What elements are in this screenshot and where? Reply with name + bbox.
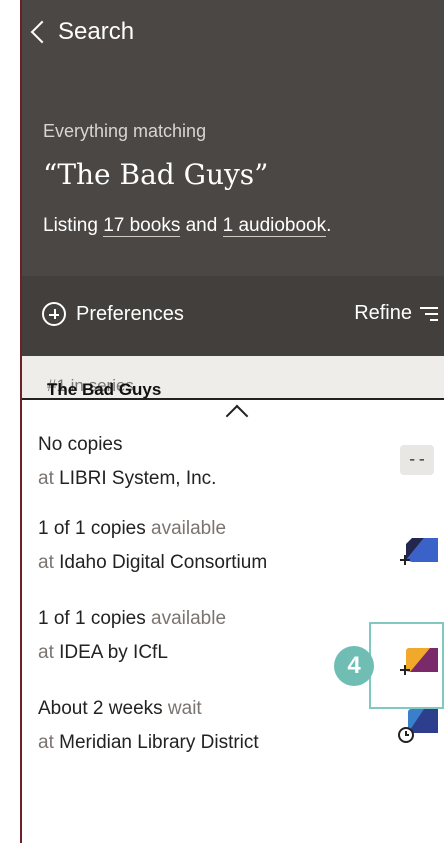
availability-status-extra: available: [151, 608, 227, 629]
audiobook-count-link[interactable]: 1 audiobook: [222, 215, 327, 237]
back-to-search-button[interactable]: Search: [30, 18, 135, 46]
location-prefix: at: [38, 468, 60, 489]
library-name: IDEA by ICfL: [59, 642, 168, 663]
callout-number-badge: 4: [334, 646, 374, 686]
series-title[interactable]: The Bad Guys: [47, 379, 161, 398]
hold-icon[interactable]: [396, 705, 440, 745]
library-name: Meridian Library District: [59, 732, 259, 753]
filter-icon: [420, 306, 438, 322]
books-count-link[interactable]: 17 books: [103, 215, 181, 237]
preferences-button[interactable]: Preferences: [42, 302, 184, 326]
preferences-bar: Preferences Refine: [22, 276, 444, 356]
listing-prefix: Listing: [43, 215, 104, 236]
preferences-label: Preferences: [76, 302, 184, 325]
back-label: Search: [58, 18, 135, 45]
availability-row[interactable]: 1 of 1 copies available at Idaho Digital…: [38, 516, 418, 576]
location-prefix: at: [38, 732, 60, 753]
refine-button[interactable]: Refine: [354, 302, 438, 325]
results-subtitle: Everything matching: [43, 121, 207, 141]
borrow-icon[interactable]: [396, 534, 440, 574]
location-prefix: at: [38, 552, 60, 573]
availability-status: 1 of 1 copies: [38, 608, 152, 629]
availability-status: 1 of 1 copies: [38, 518, 152, 539]
refine-label: Refine: [354, 302, 412, 324]
listing-and: and: [180, 215, 223, 236]
availability-status: About 2 weeks: [38, 698, 168, 719]
listing-suffix: .: [326, 215, 332, 236]
availability-status-extra: available: [151, 518, 227, 539]
search-query: “The Bad Guys”: [43, 158, 269, 191]
chevron-left-icon: [30, 20, 54, 44]
add-circle-icon: [42, 302, 66, 326]
listing-summary: Listing 17 books and 1 audiobook.: [43, 215, 331, 237]
availability-status: No copies: [38, 434, 123, 455]
location-prefix: at: [38, 642, 60, 663]
availability-row[interactable]: About 2 weeks wait at Meridian Library D…: [38, 696, 418, 756]
chevron-up-icon[interactable]: [225, 404, 249, 428]
callout-highlight-box: [369, 622, 444, 709]
library-name: LIBRI System, Inc.: [59, 468, 217, 489]
availability-row[interactable]: No copies at LIBRI System, Inc.: [38, 432, 418, 492]
no-copies-icon[interactable]: --: [400, 445, 434, 475]
availability-status-extra: wait: [167, 698, 202, 719]
search-header: Search Everything matching “The Bad Guys…: [22, 0, 444, 276]
library-name: Idaho Digital Consortium: [59, 552, 268, 573]
